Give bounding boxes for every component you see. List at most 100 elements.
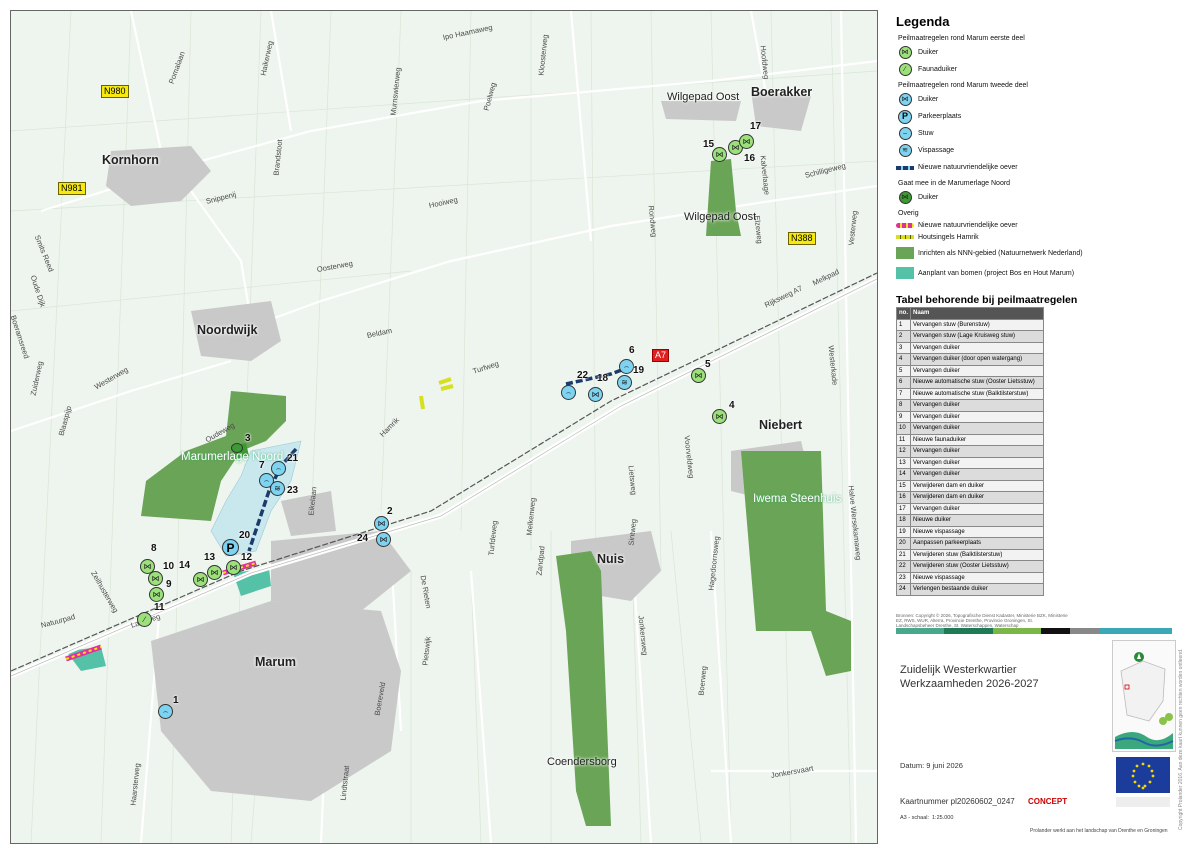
marker-number-9: 9 bbox=[166, 579, 172, 590]
table-cell-naam: Verlengen bestaande duiker bbox=[910, 583, 1044, 596]
duiker-marker-9[interactable]: ⋈ bbox=[149, 587, 164, 602]
nnn-swatch bbox=[896, 247, 914, 259]
marker-number-14: 14 bbox=[179, 560, 191, 571]
marker-number-18: 18 bbox=[597, 373, 609, 384]
legend-group-heading: Peilmaatregelen rond Marum eerste deel bbox=[898, 35, 1025, 42]
legend-group-heading: Peilmaatregelen rond Marum tweede deel bbox=[898, 82, 1028, 89]
table-cell-naam: Nieuwe faunaduiker bbox=[910, 433, 1044, 446]
table-header-naam: Naam bbox=[910, 307, 1044, 320]
marker-number-11: 11 bbox=[154, 602, 165, 613]
table-cell-no: 13 bbox=[896, 456, 911, 469]
marker-number-6: 6 bbox=[629, 345, 635, 356]
table-title: Tabel behorende bij peilmaatregelen bbox=[896, 294, 1078, 306]
map-subtitle: Werkzaamheden 2026-2027 bbox=[900, 678, 1039, 690]
place-marumerlage-noord: Marumerlage Noord bbox=[181, 451, 284, 463]
place-nuis: Nuis bbox=[597, 552, 625, 566]
vispassage-marker-19[interactable]: ≋ bbox=[617, 375, 632, 390]
duiker-marker-3[interactable] bbox=[231, 443, 243, 453]
duiker-marker-12[interactable]: ⋈ bbox=[226, 560, 241, 575]
table-row: 19 Nieuwe vispassage bbox=[896, 525, 1044, 538]
marker-number-20: 20 bbox=[239, 530, 251, 541]
stuw-marker-21[interactable]: ⌢ bbox=[271, 461, 286, 476]
table-cell-naam: Vervangen stuw (Burenstuw) bbox=[910, 318, 1044, 331]
duiker-marker-17[interactable]: ⋈ bbox=[739, 134, 754, 149]
table-row: 23 Nieuwe vispassage bbox=[896, 571, 1044, 584]
marker-number-4: 4 bbox=[729, 400, 735, 411]
table-cell-no: 11 bbox=[896, 433, 911, 446]
table-cell-naam: Verwijderen stuw (Balktilsterstuw) bbox=[910, 548, 1044, 561]
place-kornhorn: Kornhorn bbox=[102, 153, 159, 167]
table-cell-no: 4 bbox=[896, 353, 911, 366]
place-niebert: Niebert bbox=[759, 418, 803, 432]
duiker-marker-15[interactable]: ⋈ bbox=[712, 147, 727, 162]
table-row: 14 Vervangen duiker bbox=[896, 468, 1044, 481]
table-cell-no: 24 bbox=[896, 583, 911, 596]
duiker-marker-13[interactable]: ⋈ bbox=[207, 565, 222, 580]
table-cell-naam: Verwijderen stuw (Ooster Lietsstuw) bbox=[910, 560, 1044, 573]
table-cell-no: 9 bbox=[896, 410, 911, 423]
prolander-text: Prolander werkt aan het landschap van Dr… bbox=[1030, 828, 1168, 834]
table-row: 8 Vervangen duiker bbox=[896, 399, 1044, 412]
parkeerplaats-marker-20[interactable]: P bbox=[222, 539, 239, 556]
duiker-marker-18[interactable]: ⋈ bbox=[588, 387, 603, 402]
duiker-icon: ⋈ bbox=[898, 46, 912, 59]
legend-label: Duiker bbox=[918, 96, 939, 103]
table-row: 12 Vervangen duiker bbox=[896, 445, 1044, 458]
place-coendersborg: Coendersborg bbox=[547, 756, 617, 768]
legend-group-heading: Gaat mee in de Marumerlage Noord bbox=[898, 180, 1011, 187]
place-iwema-steenhuis: Iwema Steenhuis bbox=[753, 493, 842, 505]
marker-number-12: 12 bbox=[241, 552, 253, 563]
legend-item-oever2: Nieuwe natuurvriendelijke oever bbox=[896, 219, 1096, 231]
vispassage-marker-23[interactable]: ≋ bbox=[270, 481, 285, 496]
table-cell-naam: Vervangen duiker bbox=[910, 399, 1044, 412]
legend-label: Inrichten als NNN-gebied (Natuurnetwerk … bbox=[918, 249, 1083, 257]
faunaduiker-marker-11[interactable]: ∕ bbox=[137, 612, 152, 627]
table-cell-naam: Vervangen duiker bbox=[910, 468, 1044, 481]
duiker-marker-10[interactable]: ⋈ bbox=[148, 571, 163, 586]
legend-label: Nieuwe natuurvriendelijke oever bbox=[918, 221, 1018, 229]
legend-label: Aanplant van bomen (project Bos en Hout … bbox=[918, 269, 1075, 277]
table-cell-no: 16 bbox=[896, 491, 911, 504]
legend-label: Faunaduiker bbox=[918, 66, 957, 73]
table-cell-no: 10 bbox=[896, 422, 911, 435]
duiker-marker-14[interactable]: ⋈ bbox=[193, 572, 208, 587]
marker-number-3: 3 bbox=[245, 433, 251, 444]
table-row: 18 Nieuwe duiker bbox=[896, 514, 1044, 527]
houtsingels-icon bbox=[896, 235, 914, 239]
stuw-marker-6[interactable]: ⌢ bbox=[619, 359, 634, 374]
table-row: 24 Verlengen bestaande duiker bbox=[896, 583, 1044, 596]
table-row: 4 Vervangen duiker (door open watergang) bbox=[896, 353, 1044, 366]
duiker-marker-5[interactable]: ⋈ bbox=[691, 368, 706, 383]
place-marum: Marum bbox=[255, 655, 296, 669]
table-cell-naam: Nieuwe automatische stuw (Balktilsterstu… bbox=[910, 387, 1044, 400]
scale-value: 1:25.000 bbox=[932, 815, 954, 821]
table-row: 22 Verwijderen stuw (Ooster Lietsstuw) bbox=[896, 560, 1044, 573]
eu-logo bbox=[1112, 755, 1174, 811]
table-cell-no: 17 bbox=[896, 502, 911, 515]
table-row: 20 Aanpassen parkeerplaats bbox=[896, 537, 1044, 550]
table-row: 2 Vervangen stuw (Lage Kruisweg stuw) bbox=[896, 330, 1044, 343]
marker-number-23: 23 bbox=[287, 485, 299, 496]
legend-item-duiker-2: ⋈ Duiker bbox=[896, 91, 1096, 108]
table-cell-naam: Vervangen stuw (Lage Kruisweg stuw) bbox=[910, 330, 1044, 343]
marker-number-19: 19 bbox=[633, 365, 645, 376]
duiker-marker-24[interactable]: ⋈ bbox=[376, 532, 391, 547]
marker-number-15: 15 bbox=[703, 139, 715, 150]
table-cell-no: 6 bbox=[896, 376, 911, 389]
table-cell-no: 1 bbox=[896, 318, 911, 331]
stuw-marker-1[interactable]: ⌢ bbox=[158, 704, 173, 719]
table-header-no: no. bbox=[896, 307, 911, 320]
duiker-marker-2[interactable]: ⋈ bbox=[374, 516, 389, 531]
table-row: 3 Vervangen duiker bbox=[896, 341, 1044, 354]
marker-number-24: 24 bbox=[357, 533, 369, 544]
table-cell-no: 7 bbox=[896, 387, 911, 400]
eu-flag-icon bbox=[1116, 757, 1170, 807]
duiker-marker-4[interactable]: ⋈ bbox=[712, 409, 727, 424]
table-row: 16 Verwijderen dam en duiker bbox=[896, 491, 1044, 504]
table-row: 13 Vervangen duiker bbox=[896, 456, 1044, 469]
legend-group-heading: Overig bbox=[898, 210, 919, 217]
stuw-marker-22[interactable]: ⌢ bbox=[561, 385, 576, 400]
map-canvas[interactable]: Kornhorn Noordwijk Marum Nuis Niebert Bo… bbox=[10, 10, 878, 844]
marker-number-17: 17 bbox=[750, 121, 762, 132]
table-cell-no: 8 bbox=[896, 399, 911, 412]
